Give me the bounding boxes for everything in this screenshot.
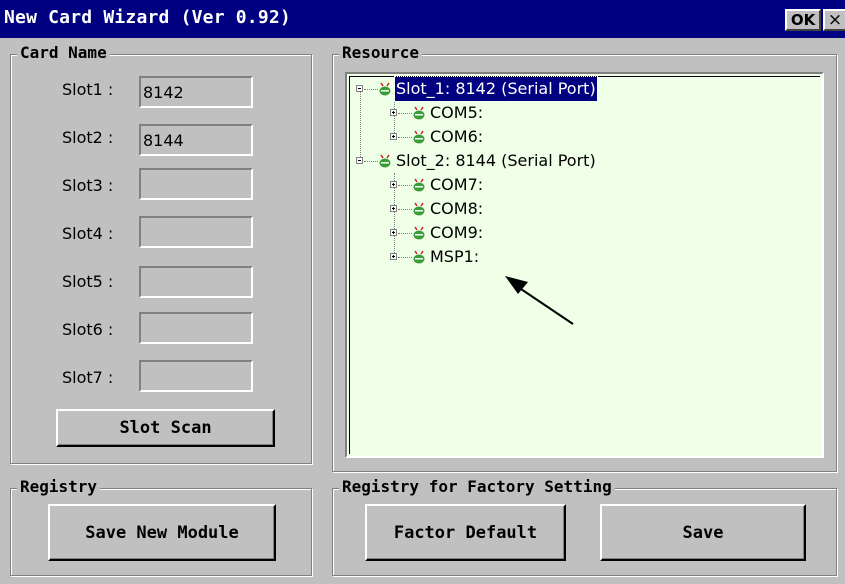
slot7-label: Slot7 : xyxy=(62,368,114,387)
slot5-field[interactable] xyxy=(139,266,253,298)
slot4-input[interactable] xyxy=(141,218,251,246)
wizard-window: New Card Wizard (Ver 0.92) OK × Card Nam… xyxy=(0,0,845,584)
card-name-group: Card Name xyxy=(10,43,312,464)
registry-group-label: Registry xyxy=(17,477,101,497)
arrow-pointer-annotation xyxy=(505,276,574,325)
slot1-label: Slot1 : xyxy=(62,80,114,99)
slot4-label: Slot4 : xyxy=(62,224,114,243)
slot6-input[interactable] xyxy=(141,314,251,342)
factor-default-button[interactable]: Factor Default xyxy=(365,504,566,561)
slot3-input[interactable] xyxy=(141,170,251,198)
factory-save-button[interactable]: Save xyxy=(600,504,806,561)
slot5-input[interactable] xyxy=(141,268,251,296)
slot2-input[interactable] xyxy=(141,126,251,154)
card-name-group-label: Card Name xyxy=(17,43,110,63)
slot-scan-button[interactable]: Slot Scan xyxy=(56,409,275,447)
title-bar: New Card Wizard (Ver 0.92) OK × xyxy=(0,0,845,38)
resource-tree[interactable]: Slot_1: 8142 (Serial Port) COM5: COM6: Slot… xyxy=(345,72,824,458)
slot6-field[interactable] xyxy=(139,312,253,344)
slot7-field[interactable] xyxy=(139,360,253,392)
slot2-field[interactable] xyxy=(139,124,253,156)
factory-setting-group-label: Registry for Factory Setting xyxy=(339,477,615,497)
slot5-label: Slot5 : xyxy=(62,272,114,291)
slot3-field[interactable] xyxy=(139,168,253,200)
slot3-label: Slot3 : xyxy=(62,176,114,195)
slot1-field[interactable] xyxy=(139,76,253,108)
slot7-input[interactable] xyxy=(141,362,251,390)
window-title: New Card Wizard (Ver 0.92) xyxy=(4,7,291,28)
slot1-input[interactable] xyxy=(141,78,251,106)
slot4-field[interactable] xyxy=(139,216,253,248)
save-new-module-button[interactable]: Save New Module xyxy=(48,504,276,561)
ok-button[interactable]: OK xyxy=(785,9,821,31)
close-button[interactable]: × xyxy=(823,9,845,31)
resource-group-label: Resource xyxy=(339,43,423,63)
slot2-label: Slot2 : xyxy=(62,128,114,147)
slot6-label: Slot6 : xyxy=(62,320,114,339)
